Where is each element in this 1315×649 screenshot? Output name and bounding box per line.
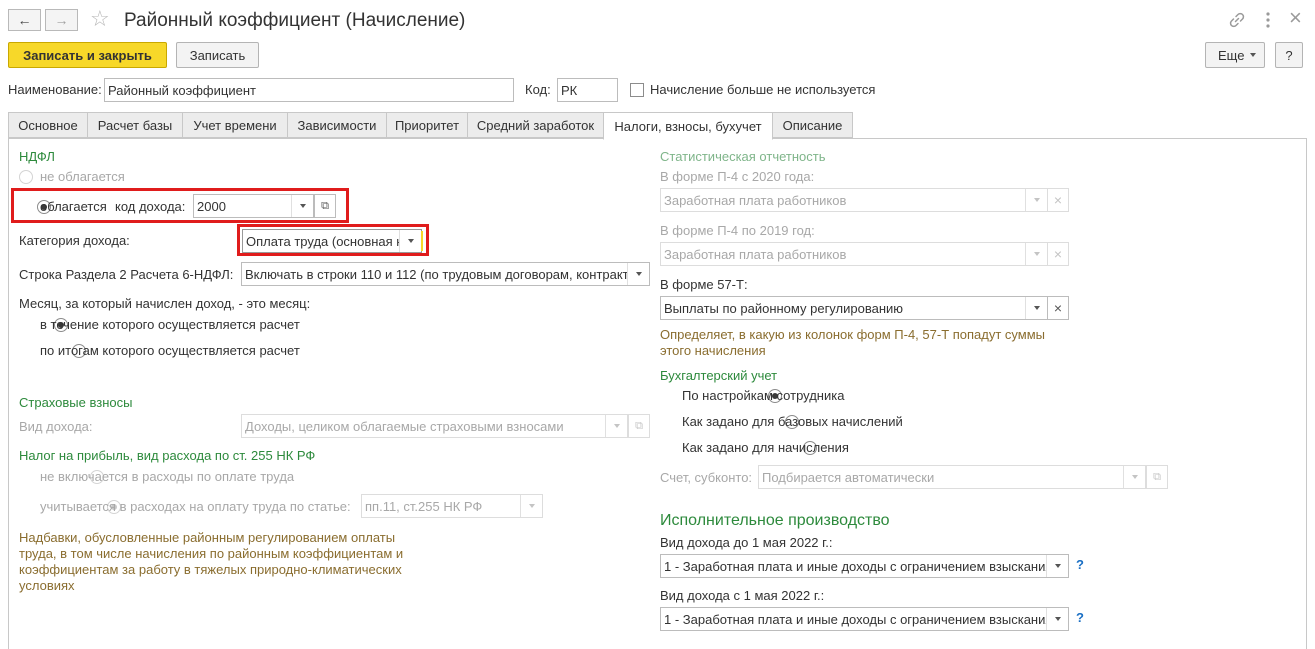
month-result-label: по итогам которого осуществляется расчет	[40, 343, 300, 358]
income-category-select[interactable]: Оплата труда (основная н	[242, 229, 422, 253]
more-label: Еще	[1218, 47, 1245, 63]
clear-icon[interactable]: ×	[1047, 242, 1069, 266]
tab-main[interactable]: Основное	[8, 112, 88, 138]
row6-select[interactable]: Включать в строки 110 и 112 (по трудовым…	[241, 262, 650, 286]
before-may-select[interactable]: 1 - Заработная плата и иные доходы с огр…	[660, 554, 1069, 578]
f57t-select[interactable]: Выплаты по районному регулированию	[660, 296, 1048, 320]
tab-dependencies[interactable]: Зависимости	[287, 112, 387, 138]
tab-taxes[interactable]: Налоги, взносы, бухучет	[603, 112, 773, 140]
save-and-close-button[interactable]: Записать и закрыть	[8, 42, 167, 68]
row6-label: Строка Раздела 2 Расчета 6-НДФЛ:	[19, 267, 234, 282]
category-label: Категория дохода:	[19, 233, 130, 248]
included-label: учитывается в расходах на оплату труда п…	[40, 499, 351, 514]
forward-button[interactable]: →	[45, 9, 78, 31]
help-button[interactable]: ?	[1275, 42, 1303, 68]
accounting-title: Бухгалтерский учет	[660, 368, 778, 383]
focus-marker	[421, 231, 423, 251]
chevron-down-icon	[1123, 466, 1145, 488]
month-current-label: в течение которого осуществляется расчет	[40, 317, 300, 332]
after-may-select[interactable]: 1 - Заработная плата и иные доходы с огр…	[660, 607, 1069, 631]
p4-2019-select[interactable]: Заработная плата работников	[660, 242, 1048, 266]
chevron-down-icon	[291, 195, 313, 217]
code-input[interactable]: РК	[557, 78, 618, 102]
income-code-select[interactable]: 2000	[193, 194, 314, 218]
unused-label: Начисление больше не используется	[650, 82, 876, 97]
chevron-down-icon	[627, 263, 649, 285]
arrow-left-icon: ←	[17, 12, 32, 28]
unused-checkbox[interactable]	[630, 83, 644, 97]
save-button[interactable]: Записать	[176, 42, 259, 68]
as-base-label: Как задано для базовых начислений	[682, 414, 903, 429]
chevron-down-icon	[1250, 53, 1256, 57]
profit-note-line1: Надбавки, обусловленные районным регулир…	[19, 530, 396, 545]
account-label: Счет, субконто:	[660, 470, 753, 485]
arrow-right-icon: →	[54, 12, 69, 28]
profit-note-line4: условиях	[19, 578, 75, 593]
chevron-down-icon	[605, 415, 627, 437]
name-input[interactable]: Районный коэффициент	[104, 78, 514, 102]
back-button[interactable]: ←	[8, 9, 41, 31]
chevron-down-icon	[1046, 608, 1068, 630]
stats-title: Статистическая отчетность	[660, 149, 826, 164]
open-icon[interactable]: ⧉	[314, 194, 336, 218]
tab-priority[interactable]: Приоритет	[386, 112, 468, 138]
month-label: Месяц, за который начислен доход, - это …	[19, 296, 311, 311]
tab-base-calc[interactable]: Расчет базы	[87, 112, 183, 138]
code-label: Код:	[525, 82, 551, 97]
clear-icon[interactable]: ×	[1047, 188, 1069, 212]
chevron-down-icon	[1025, 297, 1047, 319]
profit-tax-title: Налог на прибыль, вид расхода по ст. 255…	[19, 448, 316, 463]
after-may-label: Вид дохода с 1 мая 2022 г.:	[660, 588, 825, 603]
not-included-label: не включается в расходы по оплате труда	[40, 469, 295, 484]
enforcement-title: Исполнительное производство	[660, 512, 890, 529]
by-employee-label: По настройкам сотрудника	[682, 388, 845, 403]
favorite-star-icon[interactable]: ☆	[90, 6, 110, 32]
profit-note-line3: коэффициентам за работу в тяжелых природ…	[19, 562, 402, 577]
ndfl-title: НДФЛ	[19, 149, 55, 164]
income-code-label: код дохода:	[115, 199, 186, 214]
chevron-down-icon	[399, 230, 421, 252]
link-icon[interactable]	[1228, 11, 1246, 29]
account-select[interactable]: Подбирается автоматически	[758, 465, 1146, 489]
taxed-label: облагается	[40, 199, 107, 214]
p4-2020-label: В форме П-4 с 2020 года:	[660, 169, 815, 184]
name-label: Наименование:	[8, 82, 102, 97]
more-vertical-icon[interactable]	[1264, 11, 1272, 29]
stats-note-line2: этого начисления	[660, 343, 766, 358]
chevron-down-icon	[1025, 189, 1047, 211]
window-title: Районный коэффициент (Начисление)	[124, 10, 466, 31]
tab-time-tracking[interactable]: Учет времени	[182, 112, 288, 138]
insurance-income-select[interactable]: Доходы, целиком облагаемые страховыми вз…	[241, 414, 628, 438]
p4-2020-select[interactable]: Заработная плата работников	[660, 188, 1048, 212]
profit-note-line2: труда, в том числе начисления по районны…	[19, 546, 404, 561]
clear-icon[interactable]: ×	[1047, 296, 1069, 320]
tab-description[interactable]: Описание	[772, 112, 853, 138]
insurance-income-label: Вид дохода:	[19, 419, 93, 434]
p4-2019-label: В форме П-4 по 2019 год:	[660, 223, 815, 238]
more-menu-button[interactable]: Еще	[1205, 42, 1265, 68]
open-icon[interactable]: ⧉	[628, 414, 650, 438]
insurance-title: Страховые взносы	[19, 395, 133, 410]
help-icon[interactable]: ?	[1076, 557, 1084, 572]
chevron-down-icon	[1025, 243, 1047, 265]
chevron-down-icon	[1046, 555, 1068, 577]
open-icon[interactable]: ⧉	[1146, 465, 1168, 489]
not-taxed-label: не облагается	[40, 169, 125, 184]
stats-note-line1: Определяет, в какую из колонок форм П-4,…	[660, 327, 1046, 342]
before-may-label: Вид дохода до 1 мая 2022 г.:	[660, 535, 833, 550]
tab-average-earnings[interactable]: Средний заработок	[467, 112, 604, 138]
f57t-label: В форме 57-Т:	[660, 277, 748, 292]
article-select[interactable]: пп.11, ст.255 НК РФ	[361, 494, 543, 518]
close-icon[interactable]: ×	[1289, 5, 1302, 31]
help-icon[interactable]: ?	[1076, 610, 1084, 625]
as-accrual-label: Как задано для начисления	[682, 440, 849, 455]
chevron-down-icon	[520, 495, 542, 517]
not-taxed-radio[interactable]	[19, 170, 33, 184]
